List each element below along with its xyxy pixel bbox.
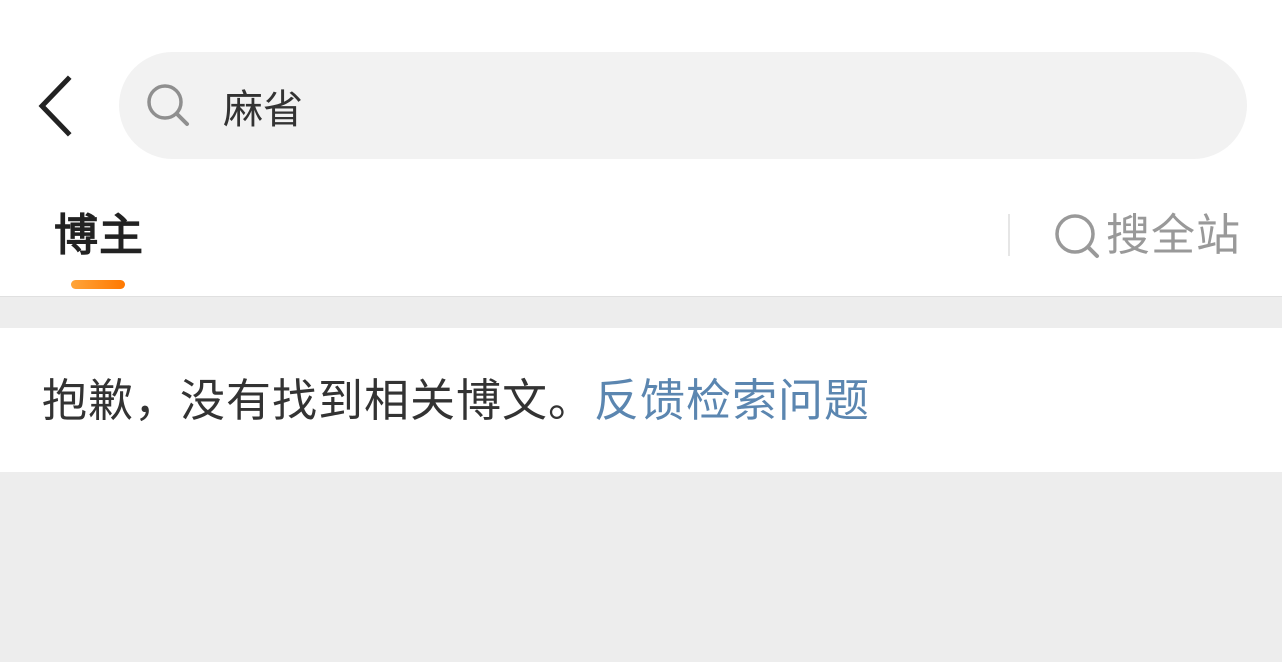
- back-button[interactable]: [24, 70, 84, 142]
- feedback-link[interactable]: 反馈检索问题: [594, 374, 870, 427]
- empty-result-panel: 抱歉，没有找到相关博文。反馈检索问题: [0, 328, 1282, 472]
- no-result-text: 抱歉，没有找到相关博文。: [42, 374, 595, 427]
- search-all-label: 搜全站: [1106, 210, 1241, 261]
- header-divider: [0, 296, 1282, 297]
- search-input[interactable]: [223, 70, 1203, 142]
- active-tab-indicator: [71, 280, 125, 289]
- empty-result-message: 抱歉，没有找到相关博文。反馈检索问题: [42, 368, 870, 434]
- search-icon: [1055, 214, 1099, 258]
- search-all-button[interactable]: 搜全站: [1052, 203, 1241, 269]
- search-icon: [147, 84, 189, 126]
- tab-bloggers[interactable]: 博主: [54, 203, 144, 293]
- tab-divider: [1008, 214, 1010, 256]
- search-bar[interactable]: [119, 52, 1247, 159]
- top-bar: 博主 搜全站: [0, 0, 1282, 297]
- chevron-left-icon: [38, 75, 72, 137]
- tab-label: 博主: [54, 210, 144, 261]
